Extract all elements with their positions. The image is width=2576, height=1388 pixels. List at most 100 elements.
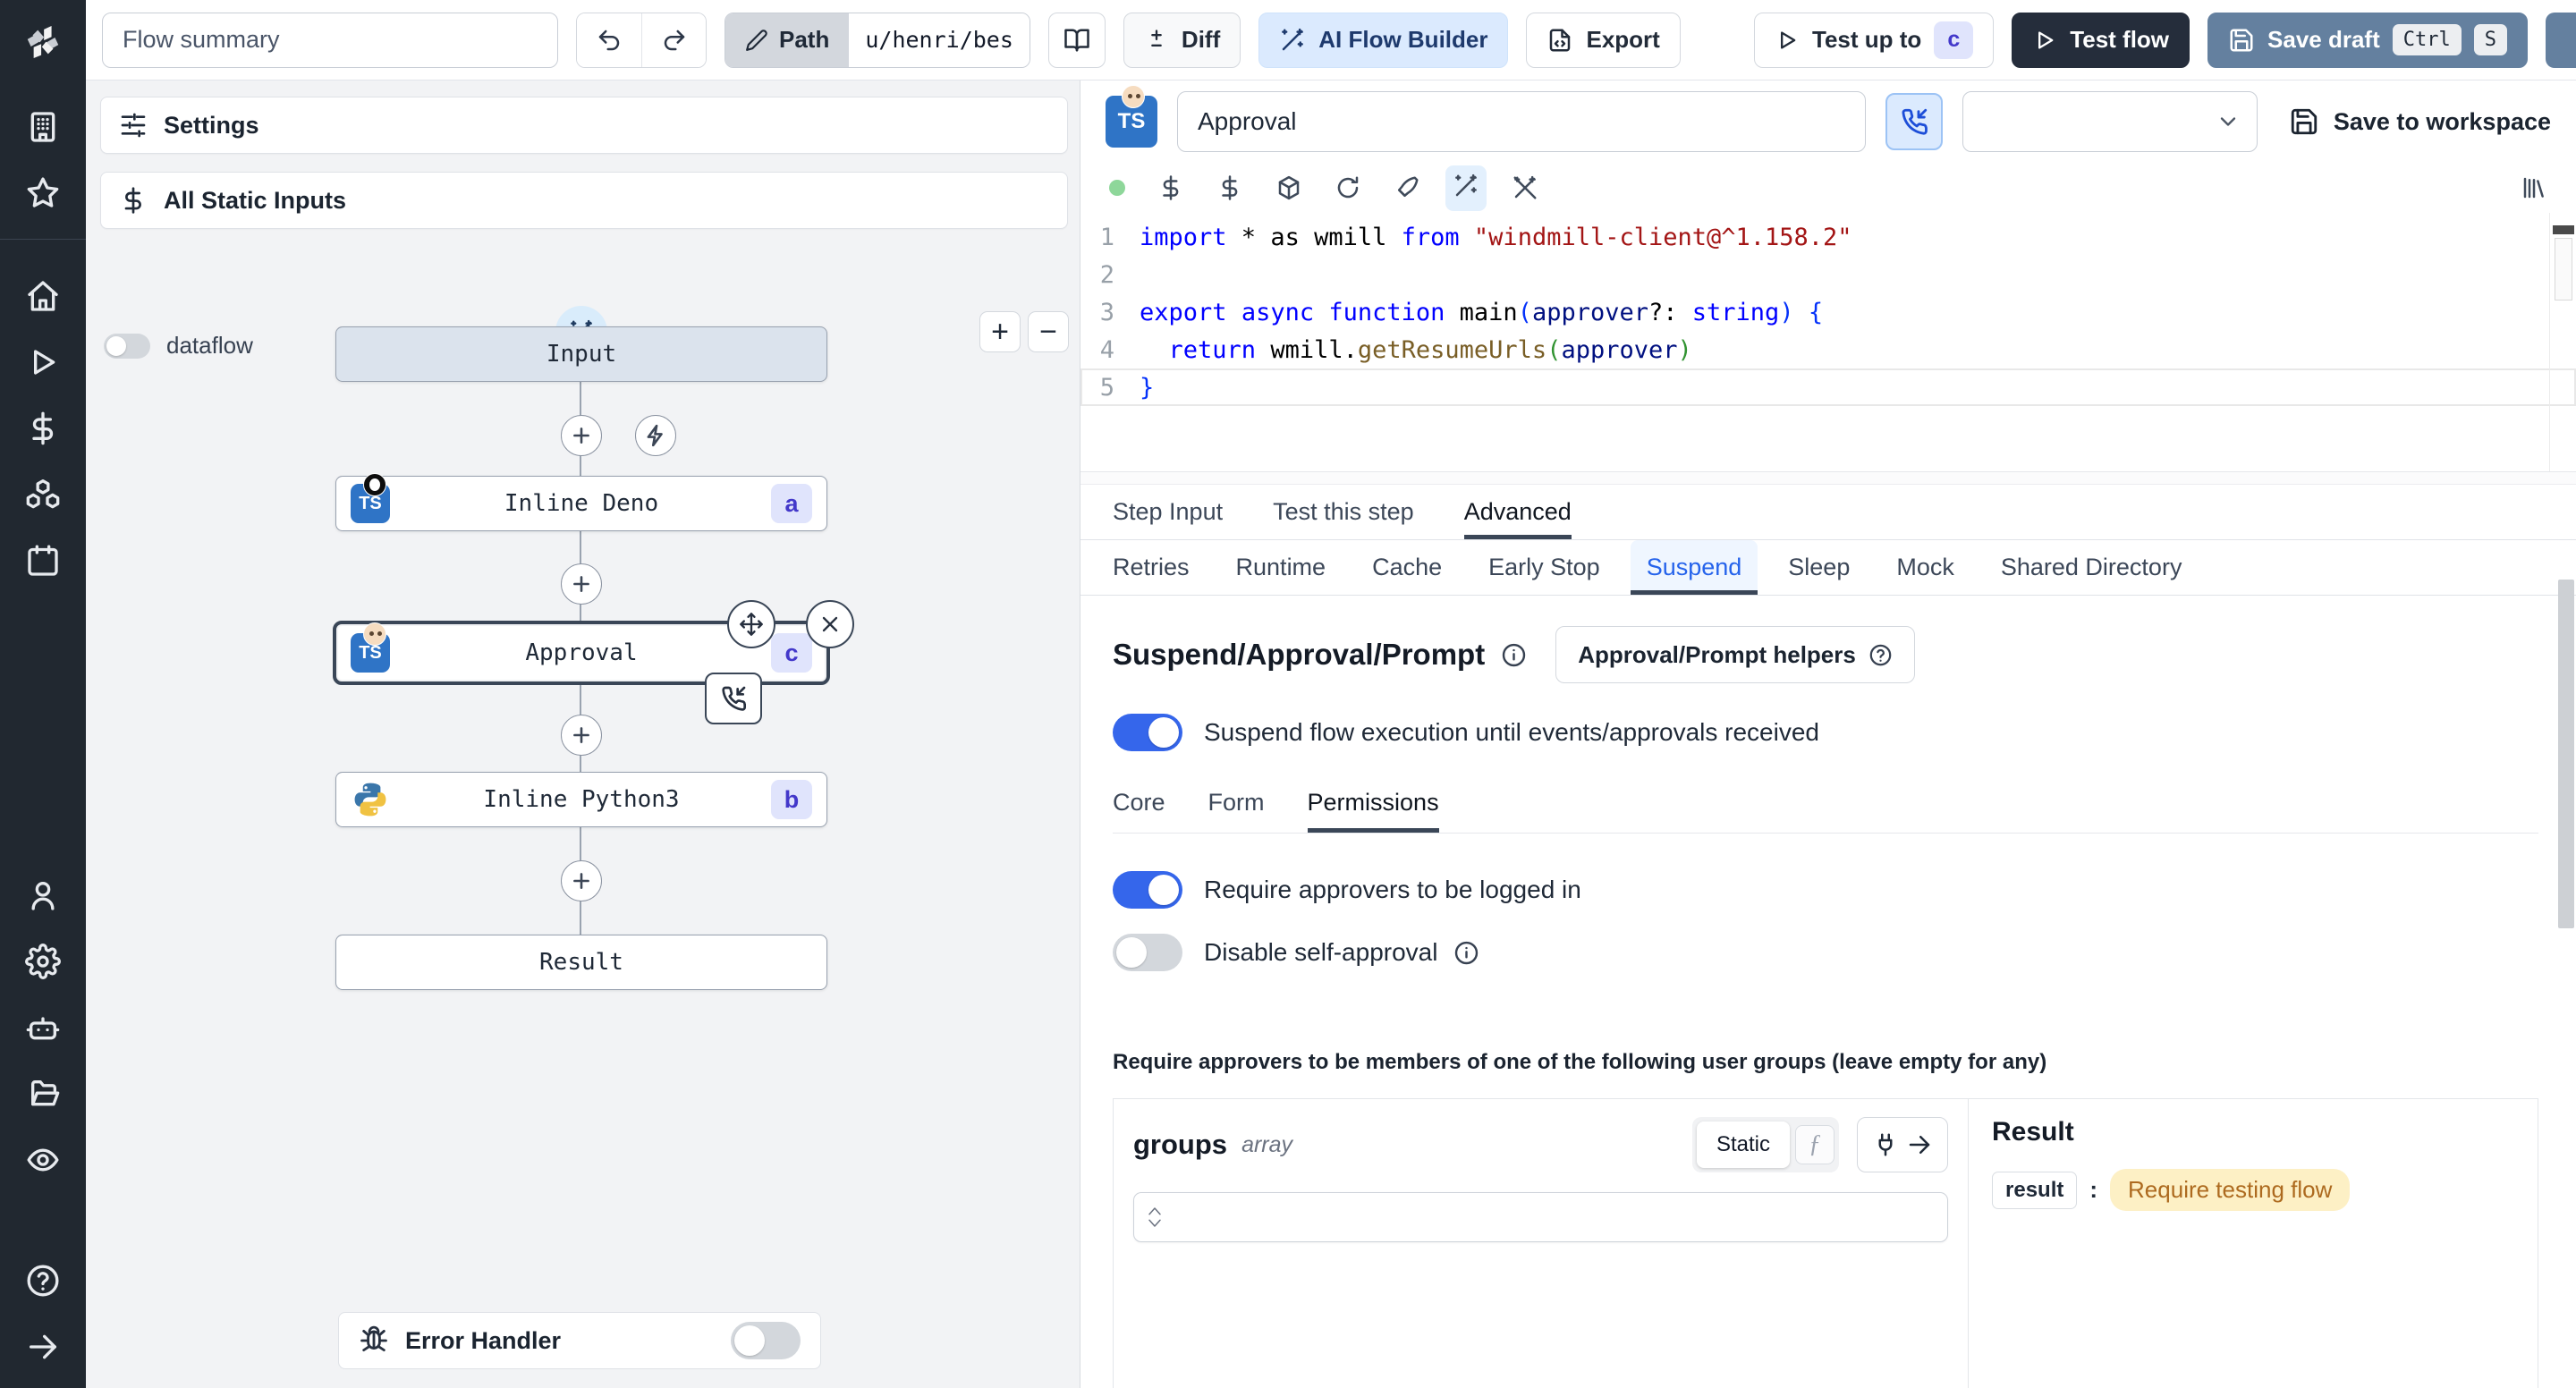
panel-splitter[interactable] — [1080, 472, 2576, 485]
redo-button[interactable] — [641, 13, 706, 67]
flow-summary-input[interactable] — [102, 12, 558, 68]
subtab-runtime[interactable]: Runtime — [1236, 540, 1326, 595]
suspend-inner-tabs: Core Form Permissions — [1113, 789, 2538, 834]
tab-form[interactable]: Form — [1208, 789, 1265, 833]
save-draft-button[interactable]: Save draft Ctrl S — [2207, 12, 2528, 68]
subtab-mock[interactable]: Mock — [1896, 540, 1954, 595]
panel-scrollbar-thumb[interactable] — [2558, 580, 2574, 928]
windmill-logo-icon[interactable] — [22, 21, 64, 67]
test-flow-button[interactable]: Test flow — [2012, 12, 2190, 68]
result-key-chip[interactable]: result — [1992, 1171, 2078, 1209]
workers-icon[interactable] — [25, 1010, 61, 1045]
code-line[interactable]: 5} — [1080, 368, 2576, 406]
settings-icon[interactable] — [25, 944, 61, 979]
info-icon[interactable] — [1501, 642, 1527, 668]
subtab-cache[interactable]: Cache — [1372, 540, 1442, 595]
connect-input-button[interactable] — [1857, 1117, 1948, 1172]
approval-phone-chip[interactable] — [705, 673, 762, 724]
wand-off-icon[interactable] — [1512, 174, 1538, 201]
undo-button[interactable] — [577, 13, 641, 67]
home-icon[interactable] — [25, 278, 61, 314]
dataflow-toggle[interactable] — [104, 333, 150, 359]
tab-advanced[interactable]: Advanced — [1463, 485, 1572, 539]
zoom-out-button[interactable]: − — [1028, 311, 1069, 352]
ai-assistant-toggle-on[interactable] — [1445, 165, 1487, 211]
require-login-toggle[interactable] — [1113, 871, 1182, 909]
code-line[interactable]: 1 import * as wmill from "windmill-client… — [1080, 218, 2576, 256]
building-icon[interactable] — [25, 109, 61, 145]
error-handler-row[interactable]: Error Handler — [338, 1312, 821, 1369]
approval-prompt-helpers-button[interactable]: Approval/Prompt helpers — [1555, 626, 1915, 683]
approval-trigger-button[interactable] — [1885, 93, 1943, 150]
move-step-button[interactable] — [727, 600, 775, 648]
path-value[interactable]: u/henri/bes — [849, 13, 1030, 67]
runs-icon[interactable] — [25, 344, 61, 380]
ai-flow-builder-button[interactable]: AI Flow Builder — [1258, 12, 1509, 68]
subtab-shared-directory[interactable]: Shared Directory — [2001, 540, 2182, 595]
tab-permissions[interactable]: Permissions — [1307, 789, 1439, 833]
path-button[interactable]: Path — [725, 13, 850, 67]
variable-picker-icon[interactable] — [1157, 174, 1184, 201]
flow-node-result[interactable]: Result — [335, 935, 827, 990]
step-name-input[interactable] — [1177, 91, 1866, 152]
add-step-button[interactable] — [561, 415, 602, 456]
code-editor[interactable]: 1 import * as wmill from "windmill-client… — [1080, 213, 2576, 472]
diff-button[interactable]: Diff — [1123, 12, 1241, 68]
info-icon[interactable] — [1453, 940, 1479, 966]
flow-node-inline-python3[interactable]: Inline Python3 b — [335, 772, 827, 827]
package-icon[interactable] — [1275, 174, 1302, 201]
tab-step-input[interactable]: Step Input — [1113, 485, 1223, 539]
flow-node-inline-deno[interactable]: TS Inline Deno a — [335, 473, 827, 531]
schedules-icon[interactable] — [25, 543, 61, 579]
subtab-retries[interactable]: Retries — [1113, 540, 1190, 595]
flow-settings-row[interactable]: Settings — [100, 97, 1068, 154]
variables-icon[interactable] — [25, 410, 61, 446]
code-line[interactable]: 3 export async function main(approver?: s… — [1080, 293, 2576, 331]
export-button[interactable]: Export — [1526, 12, 1681, 68]
disable-self-approval-toggle[interactable] — [1113, 934, 1182, 971]
all-static-inputs-row[interactable]: All Static Inputs — [100, 172, 1068, 229]
add-step-button[interactable] — [561, 715, 602, 756]
error-handler-toggle[interactable] — [731, 1322, 801, 1359]
add-step-button[interactable] — [561, 860, 602, 901]
script-version-select[interactable] — [1962, 91, 2258, 152]
docs-button[interactable] — [1047, 12, 1106, 68]
groups-array-input[interactable] — [1133, 1192, 1948, 1242]
move-icon — [740, 613, 763, 636]
format-icon[interactable] — [1394, 174, 1420, 201]
test-up-to-button[interactable]: Test up to c — [1754, 12, 1995, 68]
help-icon[interactable] — [25, 1263, 61, 1299]
delete-step-button[interactable] — [806, 600, 854, 648]
subtab-suspend[interactable]: Suspend — [1630, 540, 1758, 595]
code-line[interactable]: 4 return wmill.getResumeUrls(approver) — [1080, 331, 2576, 368]
suspend-toggle[interactable] — [1113, 714, 1182, 751]
flow-node-input[interactable]: Input — [335, 326, 827, 382]
deploy-button-partial[interactable] — [2546, 12, 2576, 68]
tab-core[interactable]: Core — [1113, 789, 1165, 833]
library-icon[interactable] — [2521, 174, 2547, 201]
save-to-workspace-button[interactable]: Save to workspace — [2289, 106, 2551, 137]
add-step-button[interactable] — [561, 563, 602, 605]
python-icon — [354, 783, 386, 817]
code-line[interactable]: 2 — [1080, 256, 2576, 293]
static-mode-button[interactable]: Static — [1696, 1121, 1790, 1168]
editor-scrollbar[interactable] — [2549, 213, 2576, 471]
resource-picker-icon[interactable] — [1216, 174, 1243, 201]
tab-test-this-step[interactable]: Test this step — [1273, 485, 1414, 539]
resources-icon[interactable] — [25, 477, 61, 512]
subtab-sleep[interactable]: Sleep — [1788, 540, 1850, 595]
expand-icon[interactable] — [25, 1329, 61, 1365]
user-icon[interactable] — [25, 877, 61, 913]
subtab-early-stop[interactable]: Early Stop — [1488, 540, 1600, 595]
audit-logs-icon[interactable] — [25, 1142, 61, 1178]
reload-icon[interactable] — [1335, 174, 1361, 201]
zoom-in-button[interactable]: + — [979, 311, 1021, 352]
plug-icon — [1878, 1133, 1893, 1156]
folders-icon[interactable] — [25, 1076, 61, 1112]
javascript-mode-button[interactable]: ƒ — [1795, 1125, 1835, 1164]
star-icon[interactable] — [25, 175, 61, 211]
editor-scroll-thumb[interactable] — [2555, 238, 2572, 300]
result-value-chip[interactable]: Require testing flow — [2110, 1169, 2351, 1211]
path-editor[interactable]: Path u/henri/bes — [724, 12, 1030, 68]
add-trigger-button[interactable] — [635, 415, 676, 456]
